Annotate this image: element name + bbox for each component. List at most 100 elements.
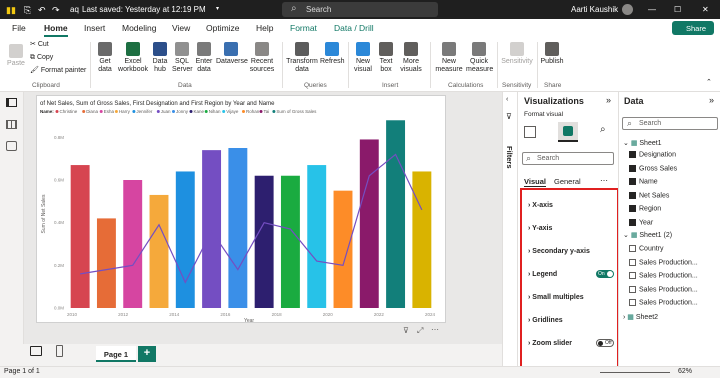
field-item[interactable]: Year <box>629 218 720 226</box>
checkbox[interactable] <box>629 178 636 185</box>
table-sheet1-2[interactable]: ⌄ ▦ Sheet1 (2) <box>623 231 720 239</box>
checkbox[interactable] <box>629 272 636 279</box>
checkbox[interactable] <box>629 218 636 226</box>
chevron-down-icon[interactable]: ▾ <box>216 5 219 12</box>
model-view-icon[interactable] <box>6 141 17 151</box>
field-item[interactable]: Sales Production... <box>629 299 720 306</box>
field-item[interactable]: Sales Production... <box>629 272 720 279</box>
table-view-icon[interactable] <box>6 120 17 129</box>
field-item[interactable]: Sales Production... <box>629 285 720 293</box>
enter-data-button[interactable]: Enter data <box>194 42 214 74</box>
analytics-icon[interactable]: ⌕ <box>600 124 606 135</box>
bar[interactable] <box>333 190 353 308</box>
quick-measure-button[interactable]: Quick measure <box>466 42 493 74</box>
bar[interactable] <box>386 120 406 308</box>
cut-button[interactable]: ✂ Cut <box>30 41 49 49</box>
focus-mode-icon[interactable]: ⤢ <box>417 326 423 336</box>
bar[interactable] <box>280 175 300 308</box>
tab-visual[interactable]: Visual <box>524 177 546 187</box>
new-visual-button[interactable]: New visual <box>352 42 374 74</box>
undo-icon[interactable]: ↶ <box>38 5 46 16</box>
bar[interactable] <box>70 165 90 308</box>
close-icon[interactable]: ✕ <box>702 5 709 14</box>
legend-toggle[interactable]: On <box>596 270 614 278</box>
checkbox[interactable] <box>629 205 636 212</box>
field-item[interactable]: Name <box>629 178 720 185</box>
collapse-data-icon[interactable]: » <box>709 95 714 105</box>
desktop-layout-icon[interactable] <box>30 346 42 356</box>
tab-general[interactable]: General <box>554 177 581 186</box>
copy-button[interactable]: ⧉ Copy <box>30 54 53 62</box>
checkbox[interactable] <box>629 245 636 252</box>
tab-optimize[interactable]: Optimize <box>206 23 240 33</box>
section-zoom-slider[interactable]: › Zoom slider <box>528 340 572 347</box>
section-secondary-y-axis[interactable]: › Secondary y-axis <box>528 248 590 255</box>
filters-pane-collapsed[interactable]: ‹ ⊽ Filters <box>502 92 517 374</box>
data-hub-button[interactable]: Data hub <box>150 42 170 74</box>
more-visuals-button[interactable]: More visuals <box>398 42 424 74</box>
checkbox[interactable] <box>629 258 636 266</box>
bar[interactable] <box>307 165 327 308</box>
checkbox[interactable] <box>629 151 636 158</box>
report-view-icon[interactable] <box>6 98 17 107</box>
section-gridlines[interactable]: › Gridlines <box>528 317 563 324</box>
share-button[interactable]: Share <box>672 21 714 35</box>
section-small-multiples[interactable]: › Small multiples <box>528 294 584 301</box>
bar[interactable] <box>202 150 222 308</box>
excel-button[interactable]: Excel workbook <box>118 42 148 74</box>
sensitivity-button[interactable]: Sensitivity <box>500 42 534 66</box>
add-page-button[interactable]: + <box>138 346 156 362</box>
maximize-icon[interactable]: ☐ <box>674 5 681 14</box>
collapse-ribbon-icon[interactable]: ⌃ <box>706 78 712 86</box>
new-measure-button[interactable]: New measure <box>434 42 464 74</box>
tab-modeling[interactable]: Modeling <box>122 23 157 33</box>
search-box[interactable]: Search <box>282 2 438 17</box>
bar[interactable] <box>149 194 169 308</box>
tab-view[interactable]: View <box>172 23 190 33</box>
checkbox[interactable] <box>629 299 636 306</box>
checkbox[interactable] <box>629 191 636 199</box>
minimize-icon[interactable]: — <box>648 5 656 14</box>
bar[interactable] <box>228 148 248 308</box>
format-visual-icon[interactable] <box>558 122 578 142</box>
zoom-toggle[interactable]: Off <box>596 339 614 347</box>
more-options-icon[interactable]: ⋯ <box>431 325 439 334</box>
section-x-axis[interactable]: › X-axis <box>528 202 553 209</box>
bar[interactable] <box>175 171 195 308</box>
bar[interactable] <box>359 139 379 308</box>
mobile-layout-icon[interactable] <box>56 345 63 357</box>
field-item[interactable]: Designation <box>629 151 720 158</box>
checkbox[interactable] <box>629 164 636 172</box>
tab-insert[interactable]: Insert <box>84 23 105 33</box>
publish-button[interactable]: Publish <box>540 42 564 66</box>
sql-server-button[interactable]: SQL Server <box>172 42 193 74</box>
collapse-viz-icon[interactable]: » <box>606 95 611 105</box>
expand-filters-icon[interactable]: ‹ <box>506 96 508 103</box>
saved-status[interactable]: Last saved: Yesterday at 12:19 PM <box>82 5 206 14</box>
bar[interactable] <box>254 175 274 308</box>
get-data-button[interactable]: Get data <box>94 42 116 74</box>
checkbox[interactable] <box>629 285 636 293</box>
paste-button[interactable]: Paste <box>6 44 26 68</box>
bar[interactable] <box>123 180 143 308</box>
section-legend[interactable]: › Legend <box>528 271 557 278</box>
tab-file[interactable]: File <box>12 23 26 33</box>
tab-home[interactable]: Home <box>44 23 68 33</box>
bar[interactable] <box>412 171 432 308</box>
viz-search-input[interactable]: Search ⌕ <box>522 152 614 165</box>
refresh-button[interactable]: Refresh <box>320 42 345 66</box>
zoom-slider[interactable] <box>600 372 670 373</box>
section-y-axis[interactable]: › Y-axis <box>528 225 552 232</box>
avatar[interactable] <box>622 4 633 15</box>
format-painter-button[interactable]: 🖌 Format painter <box>30 67 86 75</box>
filter-icon[interactable]: ⊽ <box>403 326 409 335</box>
user-name[interactable]: Aarti Kaushik <box>571 5 618 14</box>
tab-help[interactable]: Help <box>256 23 273 33</box>
chart-visual[interactable]: of Net Sales, Sum of Gross Sales, First … <box>36 95 446 335</box>
text-box-button[interactable]: Text box <box>376 42 396 74</box>
transform-data-button[interactable]: Transform data <box>286 42 318 74</box>
dataverse-button[interactable]: Dataverse <box>216 42 248 66</box>
field-item[interactable]: Gross Sales <box>629 164 720 172</box>
field-item[interactable]: Sales Production... <box>629 258 720 266</box>
more-options-icon[interactable]: ⋯ <box>600 176 608 185</box>
